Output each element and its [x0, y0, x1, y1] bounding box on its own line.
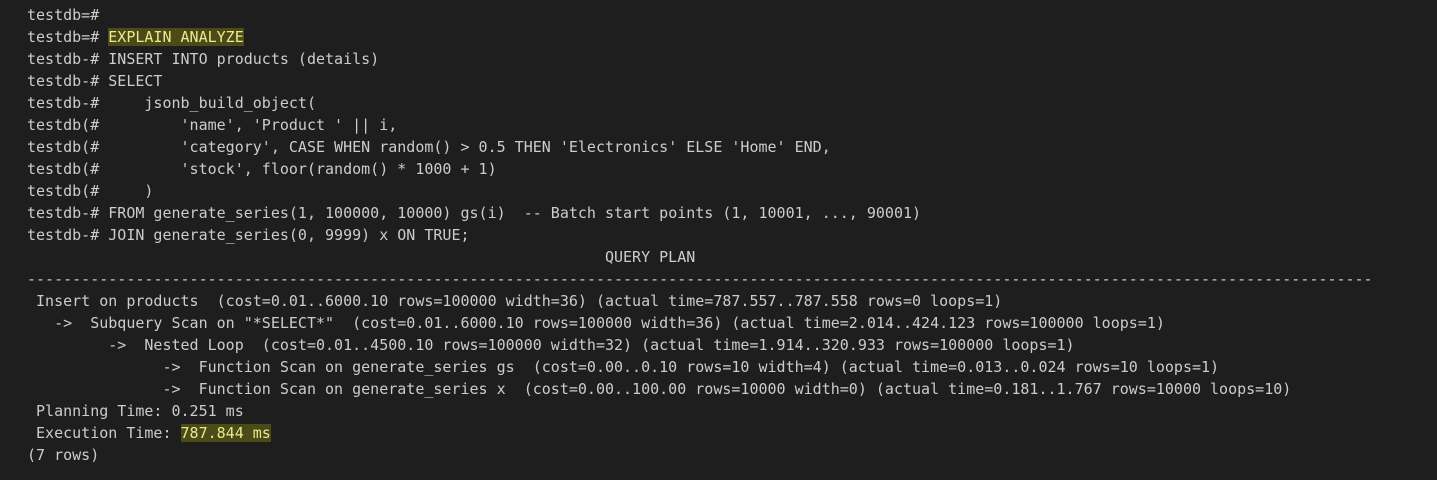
prompt: testdb-#: [27, 226, 109, 244]
plan-line: -> Function Scan on generate_series x (c…: [27, 380, 1292, 398]
prompt: testdb-#: [27, 72, 109, 90]
prompt-line: testdb(# 'stock', floor(random() * 1000 …: [27, 158, 1427, 180]
prompt-line: testdb(# 'name', 'Product ' || i,: [27, 114, 1427, 136]
prompt-line: testdb(# 'category', CASE WHEN random() …: [27, 136, 1427, 158]
command-text: INSERT INTO products (details): [108, 50, 380, 68]
query-plan-separator: ----------------------------------------…: [27, 270, 1373, 288]
prompt: testdb(#: [27, 138, 109, 156]
plan-line: Insert on products (cost=0.01..6000.10 r…: [27, 292, 1003, 310]
plan-line: -> Function Scan on generate_series gs (…: [27, 358, 1220, 376]
prompt: testdb(#: [27, 160, 109, 178]
prompt-line: testdb-# SELECT: [27, 70, 1427, 92]
plan-line: -> Subquery Scan on "*SELECT*" (cost=0.0…: [27, 314, 1165, 332]
terminal-output[interactable]: testdb=# testdb=# EXPLAIN ANALYZE testdb…: [27, 4, 1427, 466]
command-text: 'name', 'Product ' || i,: [108, 116, 398, 134]
command-text: FROM generate_series(1, 100000, 10000) g…: [108, 204, 922, 222]
execution-time-line: Execution Time: 787.844 ms: [27, 422, 1427, 444]
prompt: testdb=#: [27, 28, 109, 46]
command-text: 'stock', floor(random() * 1000 + 1): [108, 160, 497, 178]
command-text: SELECT: [108, 72, 163, 90]
query-plan-header: QUERY PLAN: [27, 248, 696, 266]
prompt: testdb(#: [27, 182, 109, 200]
command-text: jsonb_build_object(: [108, 94, 316, 112]
prompt-line: testdb=#: [27, 4, 1427, 26]
prompt-line: testdb(# ): [27, 180, 1427, 202]
prompt-line: testdb-# INSERT INTO products (details): [27, 48, 1427, 70]
command-text: 'category', CASE WHEN random() > 0.5 THE…: [108, 138, 831, 156]
command-text: JOIN generate_series(0, 9999) x ON TRUE;: [108, 226, 470, 244]
prompt-line: testdb-# FROM generate_series(1, 100000,…: [27, 202, 1427, 224]
prompt-line: testdb-# jsonb_build_object(: [27, 92, 1427, 114]
prompt: testdb=#: [27, 6, 100, 24]
execution-time-label: Execution Time:: [27, 424, 181, 442]
prompt: testdb-#: [27, 50, 109, 68]
prompt: testdb-#: [27, 94, 109, 112]
planning-time-line: Planning Time: 0.251 ms: [27, 402, 244, 420]
row-count: (7 rows): [27, 446, 100, 464]
prompt: testdb(#: [27, 116, 109, 134]
highlighted-command-text: EXPLAIN ANALYZE: [108, 28, 244, 46]
prompt: testdb-#: [27, 204, 109, 222]
execution-time-value: 787.844 ms: [180, 424, 271, 442]
command-text: ): [108, 182, 154, 200]
prompt-line: testdb-# JOIN generate_series(0, 9999) x…: [27, 224, 1427, 246]
prompt-line: testdb=# EXPLAIN ANALYZE: [27, 26, 1427, 48]
plan-line: -> Nested Loop (cost=0.01..4500.10 rows=…: [27, 336, 1075, 354]
